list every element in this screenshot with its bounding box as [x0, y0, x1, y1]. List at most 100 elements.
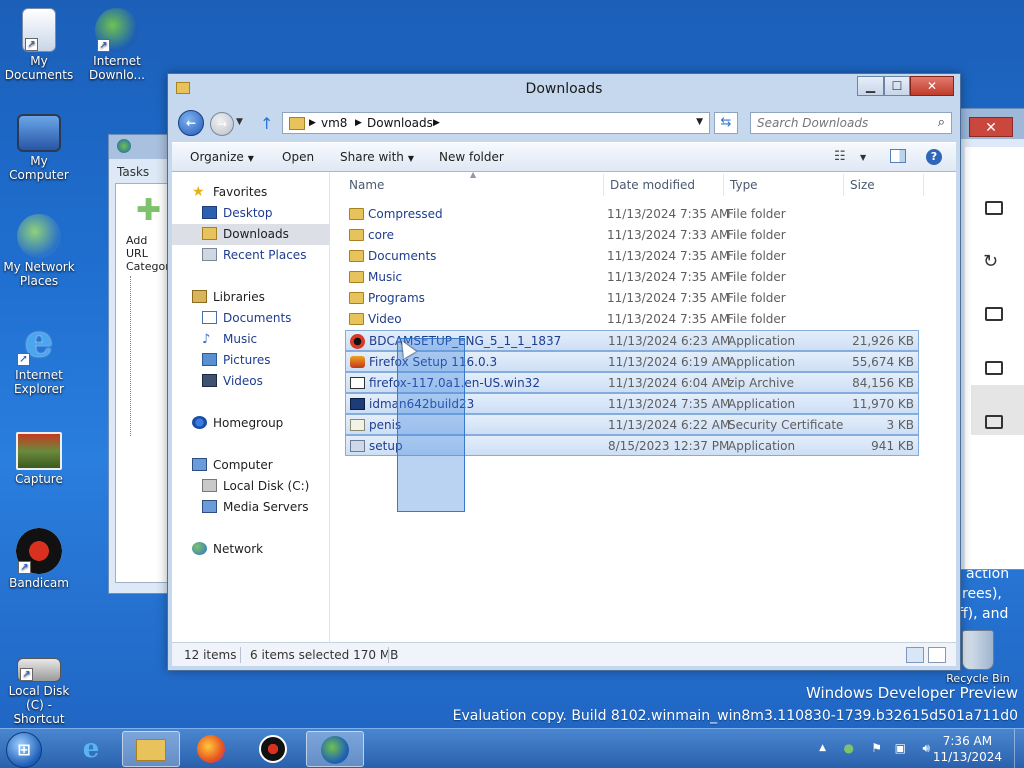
breadcrumb-downloads[interactable]: Downloads	[367, 116, 433, 130]
taskbar-clock[interactable]: 7:36 AM 11/13/2024	[933, 733, 1002, 765]
desktop-icon-bandicam[interactable]: ↗ Bandicam	[0, 528, 78, 590]
help-icon[interactable]: ?	[926, 149, 942, 165]
column-divider[interactable]	[923, 174, 924, 196]
nav-local-disk[interactable]: Local Disk (C:)	[202, 476, 309, 497]
table-row[interactable]: Documents 11/13/2024 7:35 AM File folder	[345, 246, 919, 267]
organize-button[interactable]: Organize ▼	[190, 150, 254, 164]
table-row[interactable]: Video 11/13/2024 7:35 AM File folder	[345, 309, 919, 330]
nav-favorites[interactable]: ★ Favorites	[192, 182, 267, 203]
column-divider[interactable]	[603, 174, 604, 196]
view-options-icon[interactable]: ☷	[834, 149, 846, 164]
add-icon[interactable]: ✚	[136, 196, 161, 226]
folder-outline-icon[interactable]	[985, 361, 1003, 375]
tab-tasks[interactable]: Tasks	[117, 165, 149, 179]
show-desktop-button[interactable]	[1014, 729, 1024, 768]
desktop-icon-internet-explorer[interactable]: e ↗ Internet Explorer	[0, 318, 78, 397]
minimize-button[interactable]: ▁	[857, 76, 884, 96]
explorer-window[interactable]: Downloads ▁ ☐ ✕ ← → ▼ ↑ ▶ vm8 ▶ Download…	[167, 73, 961, 671]
show-hidden-icons-icon[interactable]: ▲	[819, 743, 826, 753]
close-button[interactable]: ✕	[910, 76, 954, 96]
back-arrow-icon[interactable]: ←	[178, 110, 204, 136]
table-row[interactable]: core 11/13/2024 7:33 AM File folder	[345, 225, 919, 246]
table-row[interactable]: Compressed 11/13/2024 7:35 AM File folder	[345, 204, 919, 225]
nav-documents[interactable]: Documents	[202, 308, 291, 329]
volume-icon[interactable]: 🔊︎	[922, 741, 930, 756]
network-status-icon[interactable]: ▣	[895, 741, 906, 755]
firefox-icon[interactable]	[182, 731, 240, 767]
file-date: 11/13/2024 7:35 AM	[607, 249, 730, 263]
file-name: Video	[368, 312, 402, 326]
close-icon[interactable]: ✕	[969, 117, 1013, 137]
window-titlebar[interactable]: Downloads	[168, 74, 960, 104]
refresh-icon[interactable]: ⇆	[714, 112, 738, 134]
table-row[interactable]: Programs 11/13/2024 7:35 AM File folder	[345, 288, 919, 309]
folder-outline-icon[interactable]	[985, 415, 1003, 429]
search-input[interactable]	[757, 115, 927, 131]
category-tree[interactable]	[130, 276, 160, 436]
maximize-button[interactable]: ☐	[884, 76, 910, 96]
internet-download-manager-icon[interactable]	[306, 731, 364, 767]
breadcrumb-vm8[interactable]: vm8	[321, 116, 347, 130]
desktop-icon-capture[interactable]: Capture	[0, 432, 78, 486]
nav-libraries[interactable]: Libraries	[192, 287, 265, 308]
chevron-right-icon[interactable]: ▶	[309, 118, 316, 128]
column-header-date[interactable]: Date modified	[610, 178, 695, 192]
nav-homegroup[interactable]: Homegroup	[192, 413, 283, 434]
background-window-right[interactable]: ✕ ↻	[958, 108, 1024, 570]
start-orb-icon[interactable]: ⊞	[6, 732, 42, 768]
nav-music[interactable]: ♪ Music	[202, 329, 257, 350]
chevron-right-icon[interactable]: ▶	[433, 118, 440, 128]
nav-videos[interactable]: Videos	[202, 371, 263, 392]
chevron-right-icon[interactable]: ▶	[355, 118, 362, 128]
nav-downloads[interactable]: Downloads	[172, 224, 329, 245]
nav-media-servers[interactable]: Media Servers	[202, 497, 308, 518]
chevron-down-icon[interactable]: ▼	[696, 117, 703, 127]
desktop-icon-my-computer[interactable]: My Computer	[0, 114, 78, 182]
desktop-icon-my-documents[interactable]: ↗ My Documents	[0, 8, 78, 82]
folder-outline-icon[interactable]	[985, 201, 1003, 215]
preview-pane-icon[interactable]	[890, 149, 906, 163]
desktop-icon-local-disk-shortcut[interactable]: ↗ Local Disk (C) - Shortcut	[0, 644, 78, 726]
status-bar: 12 items 6 items selected 170 MB	[172, 642, 956, 666]
build-watermark-line2: Evaluation copy. Build 8102.winmain_win8…	[452, 708, 1018, 724]
folder-icon	[176, 82, 190, 94]
file-explorer-icon[interactable]	[122, 731, 180, 767]
search-icon[interactable]: ⌕	[938, 115, 945, 130]
file-list[interactable]: Name ▲ Date modified Type Size Compresse…	[331, 172, 956, 642]
refresh-icon[interactable]: ↻	[983, 251, 998, 272]
column-header-type[interactable]: Type	[730, 178, 758, 192]
internet-explorer-icon[interactable]: e	[62, 731, 120, 767]
forward-arrow-icon[interactable]: →	[210, 112, 234, 136]
column-header-size[interactable]: Size	[850, 178, 875, 192]
history-dropdown-icon[interactable]: ▼	[236, 117, 243, 127]
idm-tray-icon[interactable]: ●	[844, 741, 854, 755]
column-header-name[interactable]: Name	[349, 178, 384, 192]
nav-pictures[interactable]: Pictures	[202, 350, 271, 371]
desktop-icon-internet-download-manager[interactable]: ↗ Internet Downlo...	[78, 8, 156, 82]
action-center-flag-icon[interactable]: ⚑	[871, 741, 882, 755]
file-name: Programs	[368, 291, 425, 305]
bandicam-setup-icon	[350, 334, 365, 349]
add-url-label[interactable]: Add URL	[126, 234, 172, 260]
column-divider[interactable]	[723, 174, 724, 196]
share-with-button[interactable]: Share with ▼	[340, 150, 414, 164]
background-window-left[interactable]: Tasks ✚ Add URL Categori	[108, 134, 174, 594]
large-icons-view-icon[interactable]	[928, 647, 946, 663]
table-row[interactable]: Music 11/13/2024 7:35 AM File folder	[345, 267, 919, 288]
bandicam-icon[interactable]	[244, 731, 302, 767]
chevron-down-icon[interactable]: ▼	[860, 153, 866, 162]
column-divider[interactable]	[843, 174, 844, 196]
search-field[interactable]: ⌕	[750, 112, 952, 134]
file-name: Compressed	[368, 207, 443, 221]
nav-network[interactable]: Network	[192, 539, 263, 560]
desktop-icon-network-places[interactable]: My Network Places	[0, 214, 78, 288]
folder-outline-icon[interactable]	[985, 307, 1003, 321]
up-arrow-icon[interactable]: ↑	[260, 114, 273, 133]
nav-computer[interactable]: Computer	[192, 455, 273, 476]
details-view-icon[interactable]	[906, 647, 924, 663]
new-folder-button[interactable]: New folder	[439, 150, 504, 164]
address-bar[interactable]: ▶ vm8 ▶ Downloads ▶ ▼	[282, 112, 710, 134]
open-button[interactable]: Open	[282, 150, 314, 164]
nav-recent-places[interactable]: Recent Places	[202, 245, 306, 266]
nav-desktop[interactable]: Desktop	[202, 203, 273, 224]
